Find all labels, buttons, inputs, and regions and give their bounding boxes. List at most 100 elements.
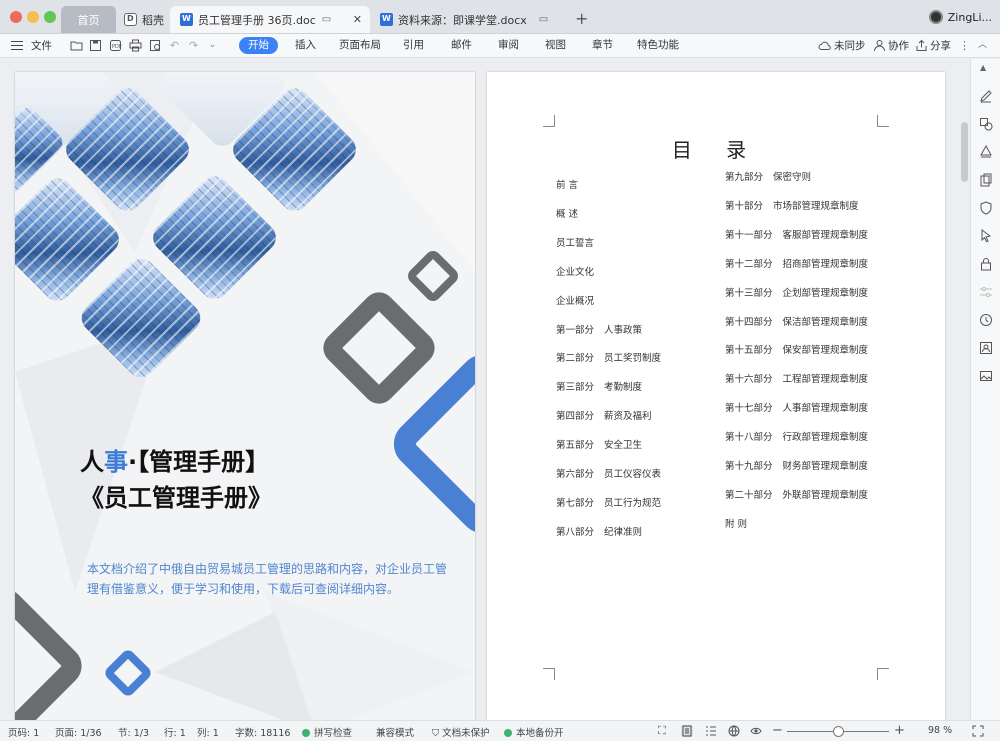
image-icon[interactable]	[979, 369, 993, 383]
toc-entry[interactable]: 第十八部分 行政部管理规章制度	[725, 429, 868, 443]
sync-status[interactable]: 未同步	[834, 38, 866, 53]
window-close-button[interactable]	[10, 11, 22, 23]
cloud-sync-icon[interactable]	[818, 39, 831, 52]
toc-entry[interactable]: 前 言	[556, 177, 578, 191]
more-options-icon[interactable]: ⋮	[958, 39, 971, 52]
toc-entry[interactable]: 第四部分 薪资及福利	[556, 408, 652, 422]
tab-home[interactable]: 首页	[61, 6, 116, 33]
toc-entry[interactable]: 第十二部分 招商部管理规章制度	[725, 256, 868, 270]
history-icon[interactable]	[979, 313, 993, 327]
redo-icon[interactable]: ↷	[187, 39, 200, 52]
word-count[interactable]: 字数: 18116	[235, 725, 290, 739]
tab-source-document[interactable]: 资料来源：即课学堂.docx ▭	[372, 6, 562, 33]
spellcheck-toggle[interactable]: 拼写检查	[302, 725, 352, 739]
tab-page-layout[interactable]: 页面布局	[339, 37, 381, 54]
toc-entry[interactable]: 第三部分 考勤制度	[556, 379, 642, 393]
toc-entry[interactable]: 第二十部分 外联部管理规章制度	[725, 487, 868, 501]
window-minimize-button[interactable]	[27, 11, 39, 23]
user-account[interactable]: ZingLi...	[928, 10, 992, 24]
export-pdf-icon[interactable]: PDF	[109, 39, 122, 52]
toc-entry[interactable]: 第六部分 员工仪容仪表	[556, 466, 661, 480]
file-menu[interactable]: 文件	[31, 38, 52, 53]
cover-description: 本文档介绍了中俄自由贸易城员工管理的思路和内容，对企业员工管理有借鉴意义，便于学…	[87, 562, 448, 596]
toc-entry[interactable]: 企业概况	[556, 293, 594, 307]
toc-entry[interactable]: 员工誓言	[556, 235, 594, 249]
select-pointer-icon[interactable]	[979, 229, 993, 243]
page-indicator[interactable]: 页面: 1/36	[55, 725, 102, 739]
toc-entry[interactable]: 第七部分 员工行为规范	[556, 495, 661, 509]
collaborate-button[interactable]: 协作	[888, 38, 909, 53]
toc-entry[interactable]: 第十三部分 企划部管理规章制度	[725, 285, 868, 299]
undo-icon[interactable]: ↶	[168, 39, 181, 52]
toc-entry-title: 保密守则	[773, 172, 812, 183]
new-tab-button[interactable]: +	[575, 9, 588, 28]
fullscreen-icon[interactable]: ⛶	[658, 725, 670, 737]
zoom-slider-handle[interactable]	[833, 726, 844, 737]
zoom-out-icon[interactable]: −	[772, 724, 784, 737]
style-icon[interactable]	[979, 145, 993, 159]
collapse-ribbon-icon[interactable]: ︿	[976, 39, 989, 52]
toc-entry[interactable]: 附 则	[725, 516, 747, 530]
menu-icon[interactable]	[11, 41, 23, 50]
toc-entry[interactable]: 第十六部分 工程部管理规章制度	[725, 371, 868, 385]
toc-entry[interactable]: 第十七部分 人事部管理规章制度	[725, 400, 868, 414]
web-view-icon[interactable]	[728, 725, 740, 737]
clipboard-icon[interactable]	[979, 173, 993, 187]
tab-mail[interactable]: 邮件	[451, 37, 472, 54]
more-quick-access-icon[interactable]: ⌄	[206, 39, 219, 52]
close-tab-icon[interactable]: ✕	[353, 13, 362, 26]
tab-chapter[interactable]: 章节	[592, 37, 613, 54]
vertical-scrollbar[interactable]	[961, 122, 968, 182]
toc-page[interactable]: 目 录 前 言概 述员工誓言 企业文化 企业概况 第一部分 人事政策 第二部分 员工奖罚制度…	[487, 72, 945, 720]
toc-entry-part: 第十三部分	[725, 287, 773, 299]
collaborate-icon[interactable]	[873, 39, 886, 52]
toc-entry[interactable]: 第十九部分 财务部管理规章制度	[725, 458, 868, 472]
share-button[interactable]: 分享	[930, 38, 951, 53]
cover-page[interactable]: 人事·【管理手册】 《员工管理手册》 本文档介绍了中俄自由贸易城员工管理的思路和…	[15, 72, 475, 720]
tab-insert[interactable]: 插入	[295, 37, 316, 54]
save-icon[interactable]	[89, 39, 102, 52]
backup-status[interactable]: 本地备份开	[504, 725, 564, 739]
eye-protection-icon[interactable]	[750, 725, 762, 737]
tab-special-features[interactable]: 特色功能	[637, 37, 679, 54]
shield-icon[interactable]	[979, 201, 993, 215]
scroll-up-icon[interactable]: ▲	[980, 63, 986, 72]
zoom-in-icon[interactable]: +	[894, 724, 906, 737]
toc-entry[interactable]: 第八部分 纪律准则	[556, 524, 642, 538]
tab-references[interactable]: 引用	[403, 37, 424, 54]
window-zoom-button[interactable]	[44, 11, 56, 23]
share-icon[interactable]	[915, 39, 928, 52]
title-bar: 首页 稻壳 员工管理手册 36页.doc ▭ ✕ 资料来源：即课学堂.docx …	[0, 0, 1000, 34]
page-view-icon[interactable]	[681, 725, 693, 737]
adjust-sliders-icon[interactable]	[979, 285, 993, 299]
toc-entry[interactable]: 第十四部分 保洁部管理规章制度	[725, 314, 868, 328]
window-icon[interactable]: ▭	[322, 14, 331, 25]
protect-status[interactable]: ⛉ 文档未保护	[432, 725, 490, 739]
tab-docer[interactable]: 稻壳	[118, 6, 168, 33]
window-icon[interactable]: ▭	[539, 14, 548, 25]
fit-window-icon[interactable]	[972, 725, 984, 737]
edit-pen-icon[interactable]	[979, 89, 993, 103]
outline-view-icon[interactable]	[705, 725, 717, 737]
shapes-icon[interactable]	[979, 117, 993, 131]
print-icon[interactable]	[129, 39, 142, 52]
toc-entry[interactable]: 第十五部分 保安部管理规章制度	[725, 342, 868, 356]
lock-icon[interactable]	[979, 257, 993, 271]
toc-entry[interactable]: 第一部分 人事政策	[556, 322, 642, 336]
toc-entry[interactable]: 第十一部分 客服部管理规章制度	[725, 227, 868, 241]
tab-start[interactable]: 开始	[239, 37, 278, 54]
print-preview-icon[interactable]	[149, 39, 162, 52]
contact-card-icon[interactable]	[979, 341, 993, 355]
document-workspace[interactable]: 人事·【管理手册】 《员工管理手册》 本文档介绍了中俄自由贸易城员工管理的思路和…	[0, 59, 970, 720]
tab-review[interactable]: 审阅	[498, 37, 519, 54]
toc-entry[interactable]: 第十部分 市场部管理规章制度	[725, 198, 859, 212]
toc-entry[interactable]: 第二部分 员工奖罚制度	[556, 350, 661, 364]
tab-view[interactable]: 视图	[545, 37, 566, 54]
toc-entry[interactable]: 企业文化	[556, 264, 594, 278]
toc-entry[interactable]: 第九部分 保密守则	[725, 169, 811, 183]
toc-entry[interactable]: 第五部分 安全卫生	[556, 437, 642, 451]
toc-entry[interactable]: 概 述	[556, 206, 578, 220]
zoom-level[interactable]: 98 %	[928, 725, 952, 736]
open-folder-icon[interactable]	[70, 39, 83, 52]
tab-active-document[interactable]: 员工管理手册 36页.doc ▭ ✕	[170, 6, 370, 33]
